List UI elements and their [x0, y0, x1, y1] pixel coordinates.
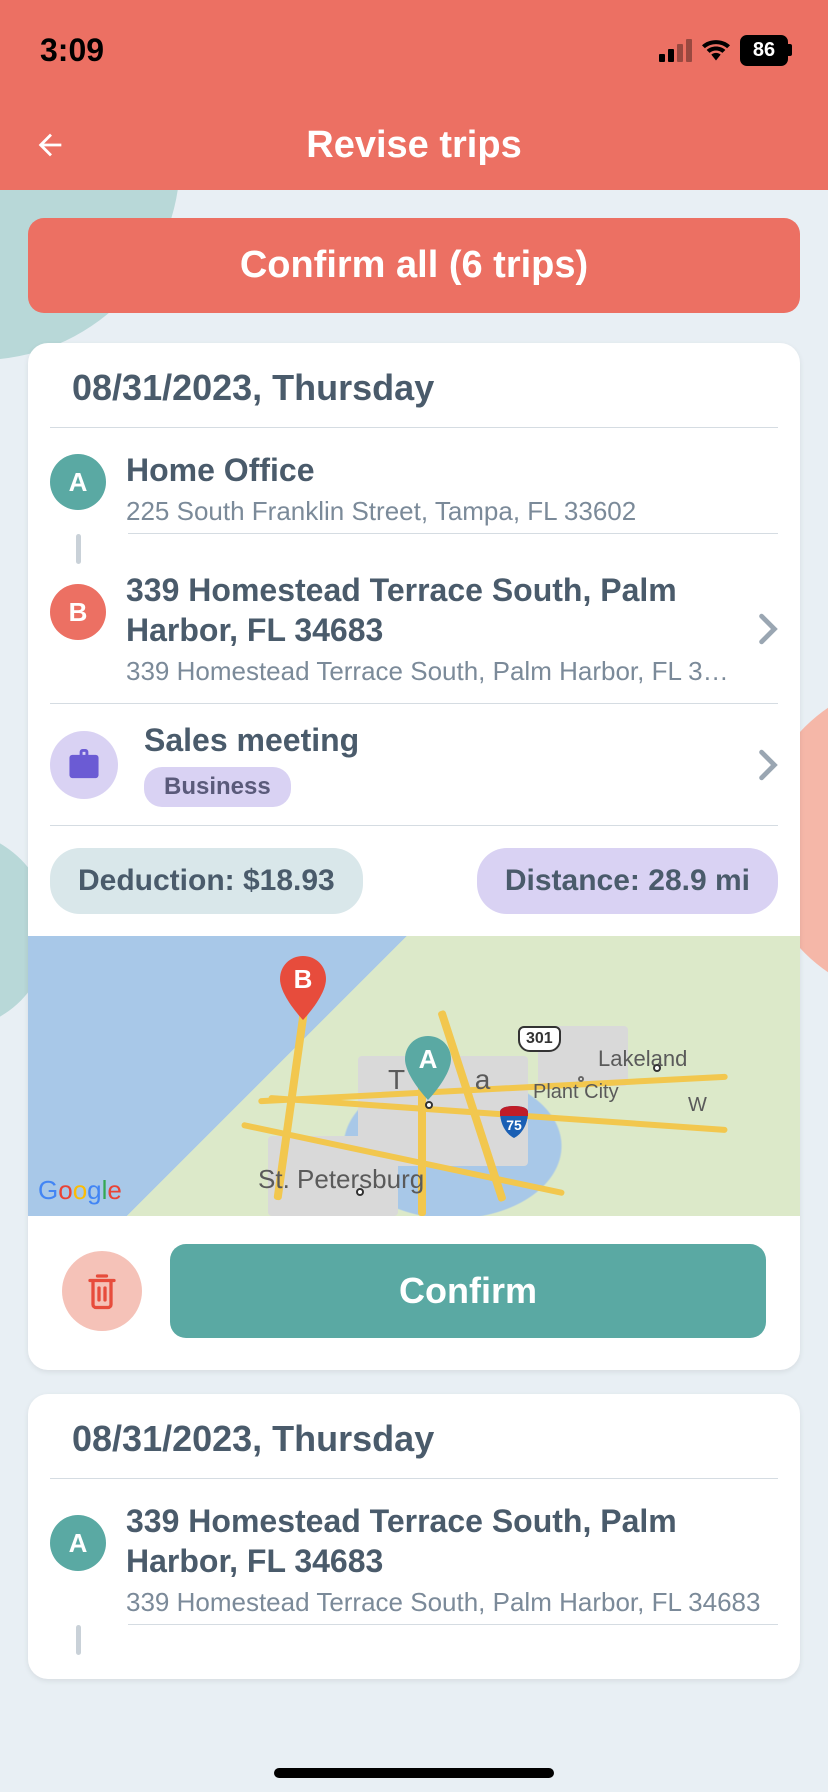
divider	[128, 1624, 778, 1625]
google-logo: Google	[38, 1175, 122, 1206]
waypoint-connector	[76, 534, 81, 564]
waypoint-a-address: 225 South Franklin Street, Tampa, FL 336…	[126, 496, 778, 527]
home-indicator[interactable]	[274, 1768, 554, 1778]
route-shield-301: 301	[518, 1026, 561, 1052]
status-time: 3:09	[40, 32, 104, 69]
header: Revise trips	[0, 100, 828, 190]
trip-card: 08/31/2023, Thursday A Home Office 225 S…	[28, 343, 800, 1370]
waypoint-a-address: 339 Homestead Terrace South, Palm Harbor…	[126, 1587, 778, 1618]
briefcase-icon	[50, 731, 118, 799]
confirm-all-button[interactable]: Confirm all (6 trips)	[28, 218, 800, 313]
arrow-left-icon	[33, 128, 67, 162]
trip-purpose-row[interactable]: Sales meeting Business	[50, 704, 778, 826]
map-pin-b: B	[278, 956, 328, 1020]
waypoint-b-address: 339 Homestead Terrace South, Palm Harbor…	[126, 656, 738, 687]
waypoint-a-row: A Home Office 225 South Franklin Street,…	[28, 428, 800, 533]
trip-map[interactable]: Taa St. Petersburg Lakeland Plant City W…	[28, 936, 800, 1216]
chevron-right-icon	[758, 613, 778, 645]
trip-card: 08/31/2023, Thursday A 339 Homestead Ter…	[28, 1394, 800, 1679]
battery-icon: 86	[740, 35, 788, 66]
page-title: Revise trips	[0, 124, 828, 167]
svg-text:75: 75	[506, 1117, 522, 1133]
trip-date: 08/31/2023, Thursday	[50, 367, 778, 428]
trip-actions: Confirm	[28, 1216, 800, 1346]
distance-pill: Distance: 28.9 mi	[477, 848, 778, 914]
confirm-trip-button[interactable]: Confirm	[170, 1244, 766, 1338]
map-point-dot	[653, 1064, 661, 1072]
trip-date: 08/31/2023, Thursday	[50, 1418, 778, 1479]
cellular-icon	[659, 39, 692, 62]
waypoint-connector	[76, 1625, 81, 1655]
waypoint-a-marker: A	[50, 1515, 106, 1571]
chevron-right-icon	[758, 749, 778, 781]
waypoint-a-row: A 339 Homestead Terrace South, Palm Harb…	[28, 1479, 800, 1624]
purpose-badge: Business	[144, 767, 291, 807]
waypoint-a-title: Home Office	[126, 450, 778, 490]
trash-icon	[84, 1271, 120, 1311]
wifi-icon	[702, 39, 730, 61]
map-point-dot	[578, 1076, 584, 1082]
status-icons: 86	[659, 35, 788, 66]
delete-trip-button[interactable]	[62, 1251, 142, 1331]
map-pin-a: A	[403, 1036, 453, 1100]
back-button[interactable]	[30, 125, 70, 165]
map-anchor-dot	[425, 1101, 433, 1109]
status-bar: 3:09 86	[0, 0, 828, 100]
map-label-stpete: St. Petersburg	[258, 1164, 424, 1195]
interstate-shield-icon: 75	[498, 1106, 530, 1138]
purpose-title: Sales meeting	[144, 722, 732, 759]
waypoint-b-row[interactable]: B 339 Homestead Terrace South, Palm Harb…	[50, 564, 778, 704]
map-label-w: W	[688, 1094, 707, 1117]
battery-level: 86	[753, 39, 775, 62]
divider	[128, 533, 778, 534]
map-label-plantcity: Plant City	[533, 1081, 619, 1104]
map-label-lakeland: Lakeland	[598, 1046, 687, 1072]
waypoint-a-marker: A	[50, 454, 106, 510]
map-point-dot	[356, 1188, 364, 1196]
waypoint-b-title: 339 Homestead Terrace South, Palm Harbor…	[126, 570, 738, 650]
waypoint-b-marker: B	[50, 584, 106, 640]
waypoint-a-title: 339 Homestead Terrace South, Palm Harbor…	[126, 1501, 778, 1581]
trip-stats: Deduction: $18.93 Distance: 28.9 mi	[28, 826, 800, 914]
deduction-pill: Deduction: $18.93	[50, 848, 363, 914]
